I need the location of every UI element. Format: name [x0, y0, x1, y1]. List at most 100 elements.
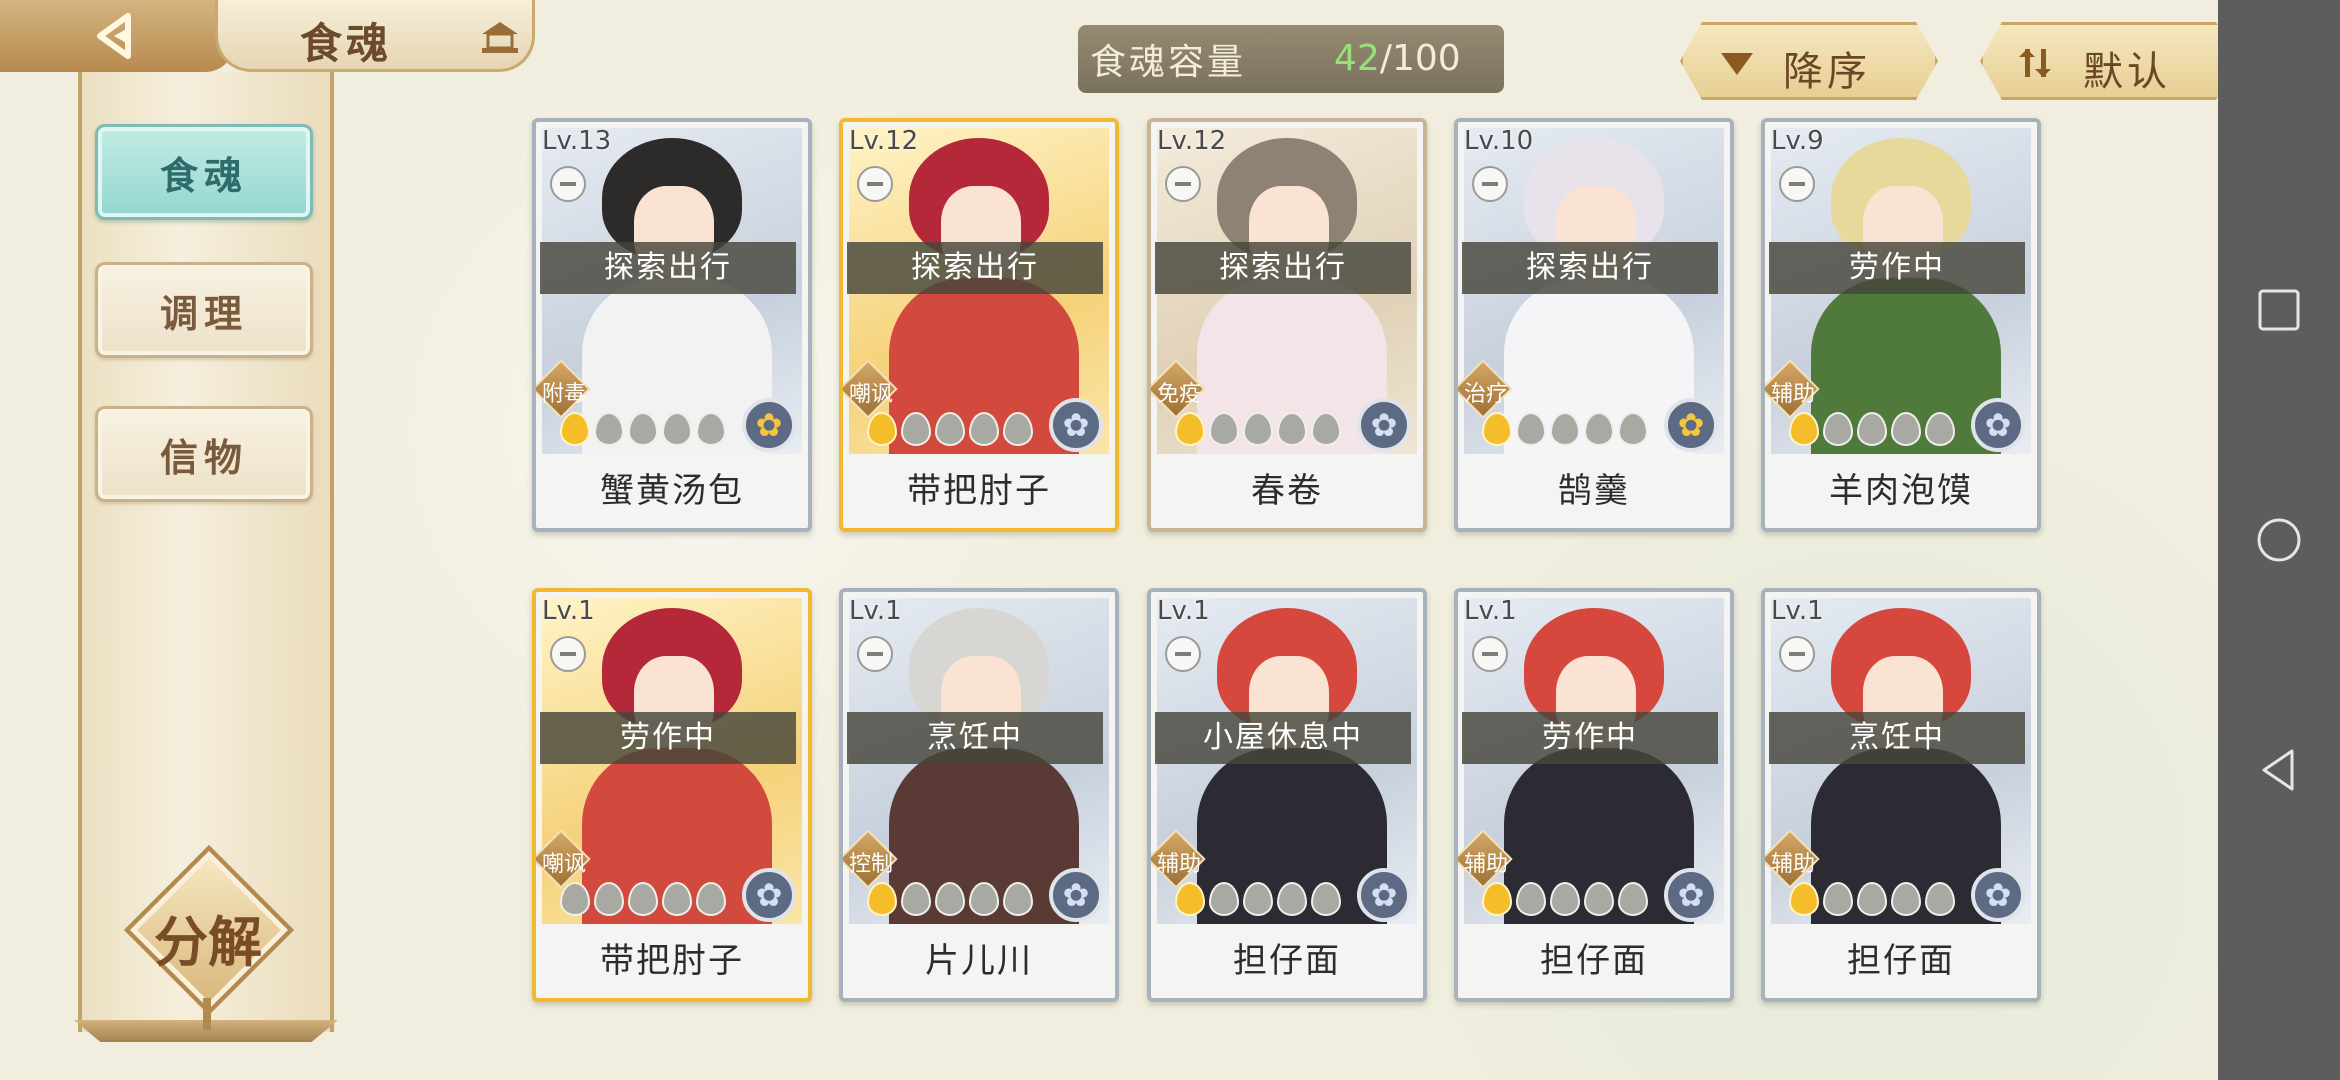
sort-order-label: 降序 [1783, 49, 1871, 95]
food-soul-card[interactable]: Lv.1 烹饪中 控制 片儿川 [839, 588, 1119, 1002]
tassel-icon [203, 998, 211, 1030]
flame-icon [1175, 412, 1205, 446]
sidebar-item-conditioning[interactable]: 调理 [95, 262, 313, 358]
pavilion-icon[interactable] [480, 20, 520, 56]
status-banner: 劳作中 [540, 712, 796, 764]
flame-icon [1618, 882, 1648, 916]
flame-icon [1003, 412, 1033, 446]
flame-icon [1311, 412, 1341, 446]
back-button[interactable] [0, 0, 235, 72]
sort-toggle-icon [2017, 45, 2057, 81]
food-soul-card[interactable]: Lv.10 探索出行 治疗 鹄羹 [1454, 118, 1734, 532]
decompose-button[interactable]: 分解 [115, 844, 295, 1030]
bowl-icon [550, 636, 586, 672]
flame-icon [1277, 882, 1307, 916]
role-label: 免疫 [1156, 382, 1201, 407]
flame-icon [560, 882, 590, 916]
flame-icon [594, 882, 624, 916]
food-soul-card[interactable]: Lv.1 劳作中 辅助 担仔面 [1454, 588, 1734, 1002]
food-soul-card[interactable]: Lv.1 烹饪中 辅助 担仔面 [1761, 588, 2041, 1002]
flame-icon [1209, 882, 1239, 916]
flame-icon [1175, 882, 1205, 916]
rank-flames [1789, 882, 1955, 922]
bowl-icon [1165, 636, 1201, 672]
role-badge: 嘲讽 [536, 829, 591, 889]
rank-flames [560, 412, 726, 452]
food-soul-card[interactable]: Lv.1 小屋休息中 辅助 担仔面 [1147, 588, 1427, 1002]
role-badge: 治疗 [1458, 359, 1513, 419]
rank-flames [560, 882, 726, 922]
flame-icon [1584, 882, 1614, 916]
role-label: 控制 [848, 852, 893, 877]
flame-icon [1891, 882, 1921, 916]
level-label: Lv.1 [1464, 596, 1517, 626]
flame-icon [1823, 882, 1853, 916]
rank-flames [867, 882, 1033, 922]
recent-apps-icon[interactable] [2254, 285, 2304, 335]
element-emblem-icon [742, 868, 796, 922]
sidebar-item-food-soul[interactable]: 食魂 [95, 124, 313, 220]
flame-icon [1618, 412, 1648, 446]
flame-icon [1516, 412, 1546, 446]
back-arrow-icon [96, 13, 131, 59]
bowl-icon [1779, 636, 1815, 672]
flame-icon [1857, 412, 1887, 446]
status-banner: 劳作中 [1769, 242, 2025, 294]
level-label: Lv.1 [542, 596, 595, 626]
role-badge: 辅助 [1765, 359, 1820, 419]
flame-icon [1003, 882, 1033, 916]
flame-icon [594, 412, 624, 446]
role-label: 治疗 [1463, 382, 1508, 407]
food-soul-card[interactable]: Lv.12 探索出行 嘲讽 带把肘子 [839, 118, 1119, 532]
role-badge: 免疫 [1151, 359, 1206, 419]
capacity-panel: 食魂容量 42/100 [1078, 25, 1504, 93]
role-badge: 辅助 [1151, 829, 1206, 889]
flame-icon [1857, 882, 1887, 916]
level-label: Lv.1 [1771, 596, 1824, 626]
card-name: 蟹黄汤包 [600, 471, 744, 511]
flame-icon [696, 882, 726, 916]
level-label: Lv.9 [1771, 126, 1824, 156]
level-label: Lv.12 [1157, 126, 1227, 156]
home-icon[interactable] [2254, 515, 2304, 565]
flame-icon [935, 412, 965, 446]
role-label: 附毒 [541, 382, 586, 407]
bowl-icon [857, 636, 893, 672]
food-soul-card[interactable]: Lv.9 劳作中 辅助 羊肉泡馍 [1761, 118, 2041, 532]
role-label: 辅助 [1770, 852, 1815, 877]
bowl-icon [1472, 636, 1508, 672]
status-banner: 探索出行 [1462, 242, 1718, 294]
flame-icon [1891, 412, 1921, 446]
sort-mode-button[interactable]: 默认 [1980, 22, 2238, 100]
top-tab-bar: 食魂 [0, 0, 535, 72]
flame-icon [1550, 882, 1580, 916]
element-emblem-icon [1049, 398, 1103, 452]
rank-flames [1482, 882, 1648, 922]
flame-icon [1482, 412, 1512, 446]
element-emblem-icon [1664, 398, 1718, 452]
decompose-label: 分解 [154, 910, 262, 974]
card-name: 羊肉泡馍 [1829, 471, 1973, 511]
android-nav-bar [2218, 0, 2340, 1080]
capacity-label: 食魂容量 [1090, 42, 1247, 83]
flame-icon [696, 412, 726, 446]
sort-descending-icon [1717, 45, 1757, 81]
flame-icon [1482, 882, 1512, 916]
capacity-current: 42 [1334, 38, 1380, 79]
food-soul-card[interactable]: Lv.1 劳作中 嘲讽 带把肘子 [532, 588, 812, 1002]
flame-icon [628, 412, 658, 446]
card-name: 担仔面 [1233, 941, 1341, 981]
food-soul-card[interactable]: Lv.13 探索出行 附毒 蟹黄汤包 [532, 118, 812, 532]
flame-icon [1311, 882, 1341, 916]
card-name: 片儿川 [925, 941, 1033, 981]
sort-order-button[interactable]: 降序 [1680, 22, 1938, 100]
sidebar-item-token[interactable]: 信物 [95, 406, 313, 502]
food-soul-card[interactable]: Lv.12 探索出行 免疫 春卷 [1147, 118, 1427, 532]
back-nav-icon[interactable] [2254, 745, 2304, 795]
status-banner: 探索出行 [1155, 242, 1411, 294]
level-label: Lv.1 [1157, 596, 1210, 626]
page-title: 食魂 [300, 19, 393, 68]
element-emblem-icon [1357, 868, 1411, 922]
role-badge: 控制 [843, 829, 898, 889]
flame-icon [969, 882, 999, 916]
